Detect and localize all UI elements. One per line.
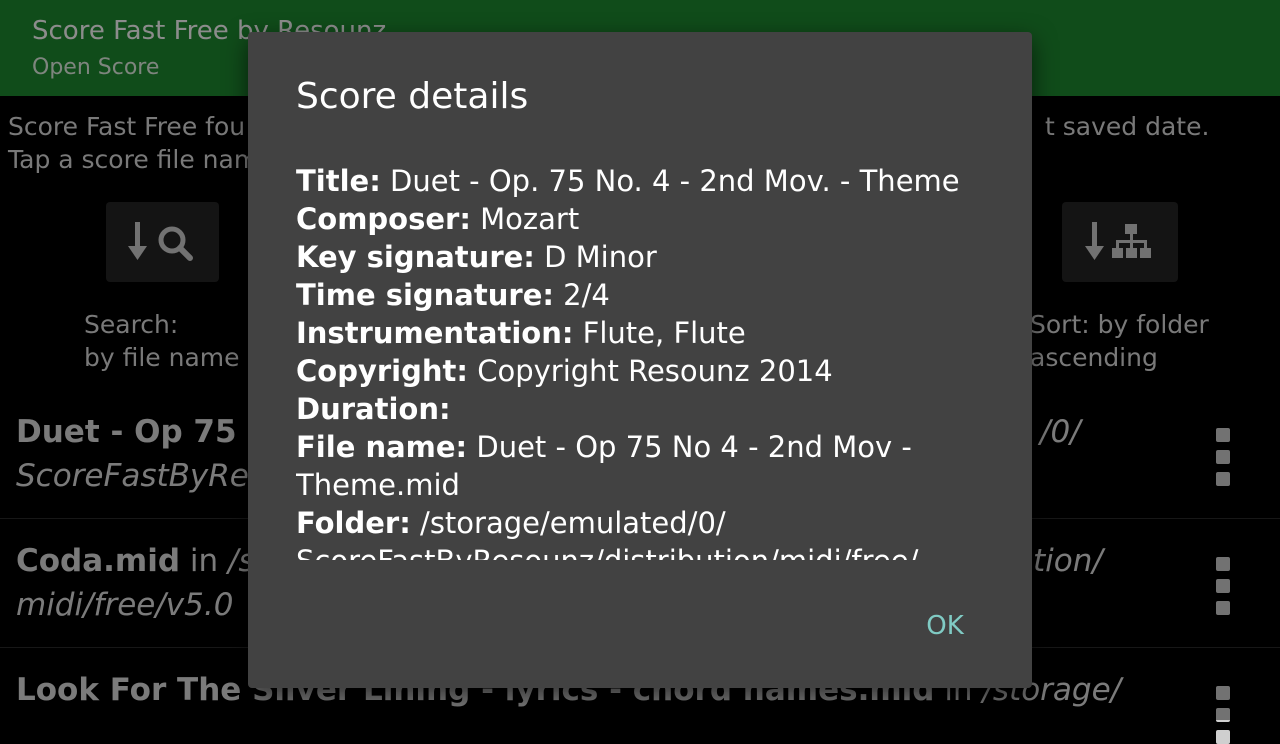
detail-file-name: File name: Duet - Op 75 No 4 - 2nd Mov - (296, 430, 912, 464)
ok-button[interactable]: OK (908, 602, 982, 650)
detail-duration: Duration: (296, 392, 451, 426)
dialog-body[interactable]: Title: Duet - Op. 75 No. 4 - 2nd Mov. - … (296, 162, 976, 560)
detail-instrumentation: Instrumentation: Flute, Flute (296, 316, 746, 350)
dialog-title: Score details (296, 76, 529, 117)
detail-folder: Folder: /storage/emulated/0/ (296, 506, 726, 540)
detail-key-signature: Key signature: D Minor (296, 240, 657, 274)
detail-copyright: Copyright: Copyright Resounz 2014 (296, 354, 833, 388)
detail-file-name-cont: Theme.mid (296, 468, 460, 502)
detail-folder-cont: ScoreFastByResounz/distribution/midi/fre… (296, 542, 976, 560)
detail-composer: Composer: Mozart (296, 202, 580, 236)
detail-time-signature: Time signature: 2/4 (296, 278, 610, 312)
detail-title: Title: Duet - Op. 75 No. 4 - 2nd Mov. - … (296, 164, 960, 198)
score-details-dialog: Score details Title: Duet - Op. 75 No. 4… (248, 32, 1032, 688)
